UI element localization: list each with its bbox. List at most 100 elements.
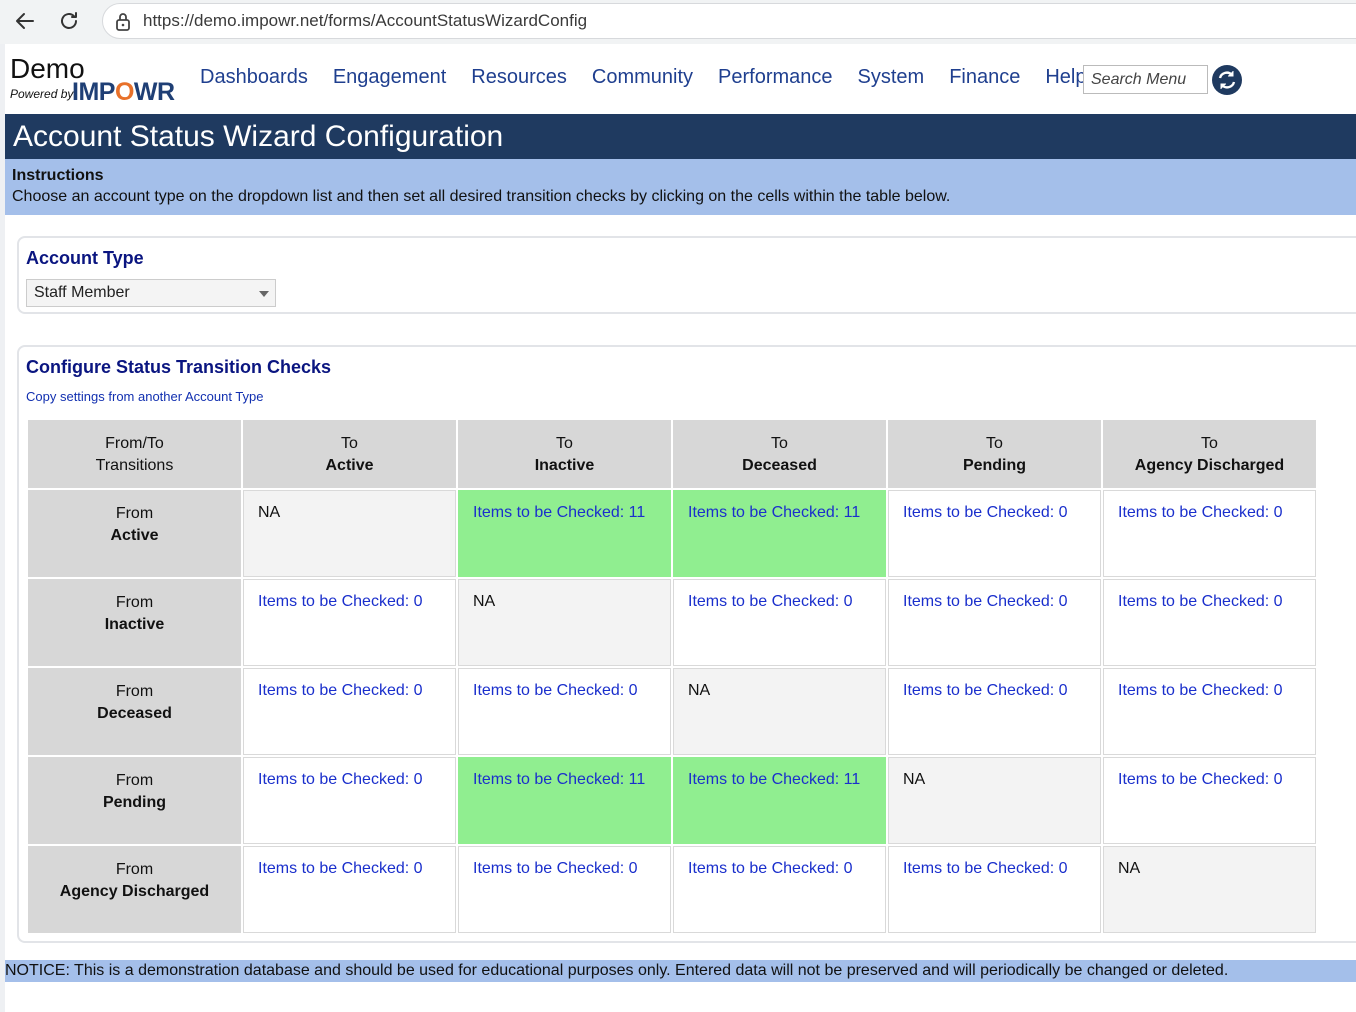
transition-cell[interactable]: Items to be Checked: 0 xyxy=(1103,668,1316,755)
instructions-text: Choose an account type on the dropdown l… xyxy=(12,188,951,205)
from-label: From xyxy=(115,861,154,878)
menu-item-engagement[interactable]: Engagement xyxy=(333,66,446,89)
logo-powered-by: Powered by xyxy=(10,87,74,101)
to-status: Active xyxy=(325,457,374,474)
column-header-to-active: To Active xyxy=(243,420,456,488)
from-label: From xyxy=(115,772,154,789)
transition-cell[interactable]: Items to be Checked: 0 xyxy=(673,579,886,666)
instructions-heading: Instructions xyxy=(12,167,104,184)
account-type-label: Account Type xyxy=(26,248,144,268)
table-row: From Pending Items to be Checked: 0 Items t… xyxy=(28,757,1316,844)
instructions-panel: Instructions Choose an account type on t… xyxy=(5,159,1356,215)
transition-cell[interactable]: Items to be Checked: 0 xyxy=(1103,757,1316,844)
items-to-check-link[interactable]: Items to be Checked: 0 xyxy=(903,593,1068,610)
menu-item-dashboards[interactable]: Dashboards xyxy=(200,66,308,89)
items-to-check-link[interactable]: Items to be Checked: 0 xyxy=(903,860,1068,877)
dropdown-arrow-icon xyxy=(259,291,269,297)
row-header-from-agency-discharged: From Agency Discharged xyxy=(28,846,241,933)
transition-cell[interactable]: Items to be Checked: 0 xyxy=(1103,490,1316,577)
items-to-check-link[interactable]: Items to be Checked: 11 xyxy=(473,504,645,521)
from-status: Inactive xyxy=(104,616,165,633)
transition-cell[interactable]: Items to be Checked: 0 xyxy=(458,668,671,755)
from-status: Deceased xyxy=(97,705,172,722)
menu-item-help[interactable]: Help xyxy=(1045,66,1086,89)
transition-cell[interactable]: Items to be Checked: 0 xyxy=(888,490,1101,577)
transition-cell[interactable]: Items to be Checked: 0 xyxy=(243,668,456,755)
row-header-from-inactive: From Inactive xyxy=(28,579,241,666)
logo[interactable]: Demo Powered by IMPOWR xyxy=(10,54,175,107)
items-to-check-link[interactable]: Items to be Checked: 0 xyxy=(688,593,853,610)
table-row: From Inactive Items to be Checked: 0 NA Item… xyxy=(28,579,1316,666)
site-info-icon[interactable] xyxy=(113,11,133,33)
corner-line1: From/To xyxy=(105,435,164,452)
corner-line2: Transitions xyxy=(95,457,174,474)
transition-cell[interactable]: Items to be Checked: 0 xyxy=(1103,579,1316,666)
items-to-check-link[interactable]: Items to be Checked: 0 xyxy=(688,860,853,877)
page: Demo Powered by IMPOWR Dashboards Engagem… xyxy=(5,44,1356,1012)
items-to-check-link[interactable]: Items to be Checked: 0 xyxy=(903,682,1068,699)
refresh-icon[interactable] xyxy=(1211,64,1243,96)
transition-cell[interactable]: Items to be Checked: 0 xyxy=(243,757,456,844)
items-to-check-link[interactable]: Items to be Checked: 11 xyxy=(473,771,645,788)
na-text: NA xyxy=(1118,860,1141,877)
items-to-check-link[interactable]: Items to be Checked: 0 xyxy=(1118,682,1283,699)
table-row: From Agency Discharged Items to be Checked… xyxy=(28,846,1316,933)
copy-settings-link[interactable]: Copy settings from another Account Type xyxy=(26,389,264,404)
items-to-check-link[interactable]: Items to be Checked: 0 xyxy=(903,504,1068,521)
back-arrow-icon[interactable] xyxy=(8,6,42,36)
column-header-to-inactive: To Inactive xyxy=(458,420,671,488)
transition-cell: NA xyxy=(1103,846,1316,933)
account-type-select[interactable]: Staff Member xyxy=(26,279,276,307)
configure-transitions-card: Configure Status Transition Checks Copy … xyxy=(17,345,1356,943)
items-to-check-link[interactable]: Items to be Checked: 0 xyxy=(258,771,423,788)
column-header-to-deceased: To Deceased xyxy=(673,420,886,488)
items-to-check-link[interactable]: Items to be Checked: 0 xyxy=(258,860,423,877)
menu-item-community[interactable]: Community xyxy=(592,66,693,89)
transition-cell[interactable]: Items to be Checked: 11 xyxy=(673,757,886,844)
to-status: Inactive xyxy=(534,457,595,474)
column-header-to-pending: To Pending xyxy=(888,420,1101,488)
row-header-from-pending: From Pending xyxy=(28,757,241,844)
items-to-check-link[interactable]: Items to be Checked: 11 xyxy=(688,504,860,521)
transition-cell[interactable]: Items to be Checked: 0 xyxy=(888,668,1101,755)
transition-cell[interactable]: Items to be Checked: 0 xyxy=(458,846,671,933)
page-title: Account Status Wizard Configuration xyxy=(5,114,1356,159)
items-to-check-link[interactable]: Items to be Checked: 0 xyxy=(258,593,423,610)
from-status: Pending xyxy=(102,794,167,811)
na-text: NA xyxy=(258,504,281,521)
items-to-check-link[interactable]: Items to be Checked: 0 xyxy=(473,682,638,699)
menu-item-finance[interactable]: Finance xyxy=(949,66,1020,89)
transition-cell[interactable]: Items to be Checked: 11 xyxy=(673,490,886,577)
to-status: Pending xyxy=(962,457,1027,474)
transition-cell[interactable]: Items to be Checked: 0 xyxy=(673,846,886,933)
items-to-check-link[interactable]: Items to be Checked: 0 xyxy=(1118,504,1283,521)
items-to-check-link[interactable]: Items to be Checked: 11 xyxy=(688,771,860,788)
transition-cell[interactable]: Items to be Checked: 0 xyxy=(243,579,456,666)
menu-item-system[interactable]: System xyxy=(858,66,925,89)
table-row: From Deceased Items to be Checked: 0 Items … xyxy=(28,668,1316,755)
search-menu-input[interactable] xyxy=(1083,65,1208,94)
transition-cell[interactable]: Items to be Checked: 0 xyxy=(888,846,1101,933)
transition-cell[interactable]: Items to be Checked: 0 xyxy=(243,846,456,933)
reload-icon[interactable] xyxy=(52,6,86,36)
browser-toolbar: https://demo.impowr.net/forms/AccountSta… xyxy=(0,0,1356,44)
menu-item-resources[interactable]: Resources xyxy=(471,66,567,89)
transition-matrix: From/To Transitions To Active To Inactive To De… xyxy=(26,418,1318,935)
configure-title: Configure Status Transition Checks xyxy=(26,357,332,377)
items-to-check-link[interactable]: Items to be Checked: 0 xyxy=(473,860,638,877)
transition-cell[interactable]: Items to be Checked: 0 xyxy=(888,579,1101,666)
address-bar[interactable]: https://demo.impowr.net/forms/AccountSta… xyxy=(102,3,1356,39)
na-text: NA xyxy=(688,682,711,699)
from-label: From xyxy=(115,683,154,700)
items-to-check-link[interactable]: Items to be Checked: 0 xyxy=(1118,771,1283,788)
account-type-card: Account Type Staff Member xyxy=(17,236,1356,314)
items-to-check-link[interactable]: Items to be Checked: 0 xyxy=(258,682,423,699)
menu-item-performance[interactable]: Performance xyxy=(718,66,833,89)
transition-cell: NA xyxy=(243,490,456,577)
to-label: To xyxy=(556,435,573,452)
from-label: From xyxy=(115,505,154,522)
to-label: To xyxy=(1201,435,1218,452)
transition-cell[interactable]: Items to be Checked: 11 xyxy=(458,490,671,577)
transition-cell[interactable]: Items to be Checked: 11 xyxy=(458,757,671,844)
items-to-check-link[interactable]: Items to be Checked: 0 xyxy=(1118,593,1283,610)
